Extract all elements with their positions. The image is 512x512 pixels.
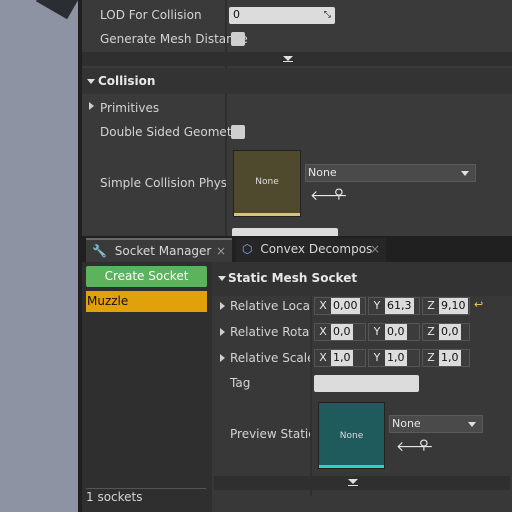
socket-count-text: 1 sockets [86, 490, 143, 504]
relative-rotation-label: Relative Rotatio [230, 325, 310, 339]
relative-rotation-y[interactable]: Y 0,0 [368, 323, 420, 341]
tab-socket-manager-label: Socket Manager [114, 244, 212, 258]
socket-section-expand-icon [218, 276, 226, 281]
relative-location-y[interactable]: Y 61,3 [368, 297, 420, 315]
tab-convex-decomposition[interactable]: ⬡ Convex Decompos × [236, 238, 386, 262]
axis-x-label: X [319, 325, 327, 338]
relative-rotation-z[interactable]: Z 0,0 [422, 323, 470, 341]
axis-z-label: Z [427, 325, 435, 338]
collision-presets-field[interactable] [232, 228, 338, 236]
relative-location-label: Relative Locatio [230, 299, 310, 313]
socket-list-item[interactable]: Muzzle [86, 291, 207, 312]
collision-thumb-underline [234, 213, 300, 216]
double-sided-geometry-checkbox[interactable] [231, 125, 245, 139]
tab-convex-decomposition-label: Convex Decompos [260, 242, 373, 256]
relative-rotation-expand-icon[interactable] [220, 328, 225, 336]
relative-location-x[interactable]: X 0,00 [314, 297, 366, 315]
preview-mesh-thumbnail[interactable]: None [318, 402, 385, 469]
relative-location-z-value: 9,10 [439, 298, 468, 314]
create-socket-button[interactable]: Create Socket [86, 266, 207, 287]
simple-collision-physical-label: Simple Collision Physical [100, 176, 226, 190]
axis-z-label: Z [427, 351, 435, 364]
relative-rotation-x-value: 0,0 [331, 324, 353, 340]
relative-scale-x[interactable]: X 1,0 [314, 349, 366, 367]
axis-y-label: Y [373, 351, 381, 364]
relative-rotation-y-value: 0,0 [385, 324, 407, 340]
relative-scale-z[interactable]: Z 1,0 [422, 349, 470, 367]
tab-socket-manager[interactable]: 🔧 Socket Manager × [86, 238, 232, 262]
combo-dropdown-icon [461, 171, 469, 176]
browse-search-icon[interactable]: ⚲ [419, 438, 429, 453]
tab-close-icon[interactable]: × [370, 238, 380, 260]
relative-scale-label: Relative Scale [230, 351, 310, 365]
lod-for-collision-field[interactable]: 0 ⤡ [229, 7, 335, 24]
reset-to-default-icon[interactable]: ↩ [474, 298, 483, 311]
details-panel: LOD For Collision 0 ⤡ Generate Mesh Dist… [82, 0, 512, 236]
relative-location-y-value: 61,3 [385, 298, 414, 314]
collapse-line-icon [348, 485, 358, 486]
combo-dropdown-icon [468, 422, 476, 427]
collision-material-combo[interactable]: None [305, 164, 476, 182]
double-sided-geometry-label: Double Sided Geometry [100, 125, 244, 139]
collision-material-thumbnail[interactable]: None [233, 150, 301, 217]
relative-scale-expand-icon[interactable] [220, 354, 225, 362]
collision-section-header[interactable]: Collision [82, 68, 512, 94]
generate-mesh-distance-label: Generate Mesh Distance [100, 32, 248, 46]
collision-section-title: Collision [98, 74, 156, 88]
relative-scale-z-value: 1,0 [439, 350, 461, 366]
preview-thumb-none-text: None [339, 431, 364, 441]
relative-rotation-x[interactable]: X 0,0 [314, 323, 366, 341]
relative-location-expand-icon[interactable] [220, 302, 225, 310]
axis-y-label: Y [373, 325, 381, 338]
advanced-collapse-bar[interactable] [82, 52, 512, 66]
tag-label: Tag [230, 376, 251, 390]
socket-details-panel: Static Mesh Socket Relative Locatio X 0,0… [212, 262, 512, 512]
viewport[interactable] [0, 0, 78, 512]
relative-location-z[interactable]: Z 9,10 [422, 297, 470, 315]
collapse-line-icon [283, 61, 293, 62]
primitives-label: Primitives [100, 101, 160, 115]
static-mesh-socket-title: Static Mesh Socket [228, 271, 358, 285]
relative-location-x-value: 0,00 [331, 298, 360, 314]
relative-scale-x-value: 1,0 [331, 350, 353, 366]
socket-list-divider [86, 488, 206, 489]
primitives-expand-icon[interactable] [89, 102, 94, 110]
generate-mesh-distance-checkbox[interactable] [231, 32, 245, 46]
axis-y-label: Y [373, 299, 381, 312]
tag-input[interactable] [314, 375, 419, 392]
collision-expand-icon [87, 79, 95, 84]
tab-close-icon[interactable]: × [216, 240, 226, 262]
relative-scale-y[interactable]: Y 1,0 [368, 349, 420, 367]
socket-tool-icon: 🔧 [92, 244, 107, 258]
axis-z-label: Z [427, 299, 435, 312]
browse-search-icon[interactable]: ⚲ [334, 187, 344, 202]
socket-advanced-collapse-bar[interactable] [214, 476, 510, 490]
tab-bar: 🔧 Socket Manager × ⬡ Convex Decompos × [82, 236, 512, 262]
preview-static-mesh-label: Preview Static M [230, 427, 310, 441]
lod-for-collision-label: LOD For Collision [100, 8, 202, 22]
socket-list-panel: Create Socket Muzzle 1 sockets [82, 262, 212, 512]
preview-thumb-underline [319, 465, 384, 468]
relative-rotation-z-value: 0,0 [439, 324, 461, 340]
preview-mesh-combo[interactable]: None [389, 415, 483, 433]
lod-for-collision-value: 0 [233, 8, 240, 21]
socket-column-splitter[interactable] [310, 296, 312, 496]
collision-thumb-none-text: None [255, 177, 279, 187]
collapse-arrow-icon [348, 479, 358, 484]
convex-hull-icon: ⬡ [242, 242, 253, 256]
static-mesh-socket-header[interactable]: Static Mesh Socket [212, 262, 512, 296]
preview-mesh-combo-value: None [392, 417, 421, 430]
expand-arrows-icon: ⤡ [323, 10, 331, 20]
relative-scale-y-value: 1,0 [385, 350, 407, 366]
collision-material-combo-value: None [308, 166, 337, 179]
axis-x-label: X [319, 351, 327, 364]
axis-x-label: X [319, 299, 327, 312]
